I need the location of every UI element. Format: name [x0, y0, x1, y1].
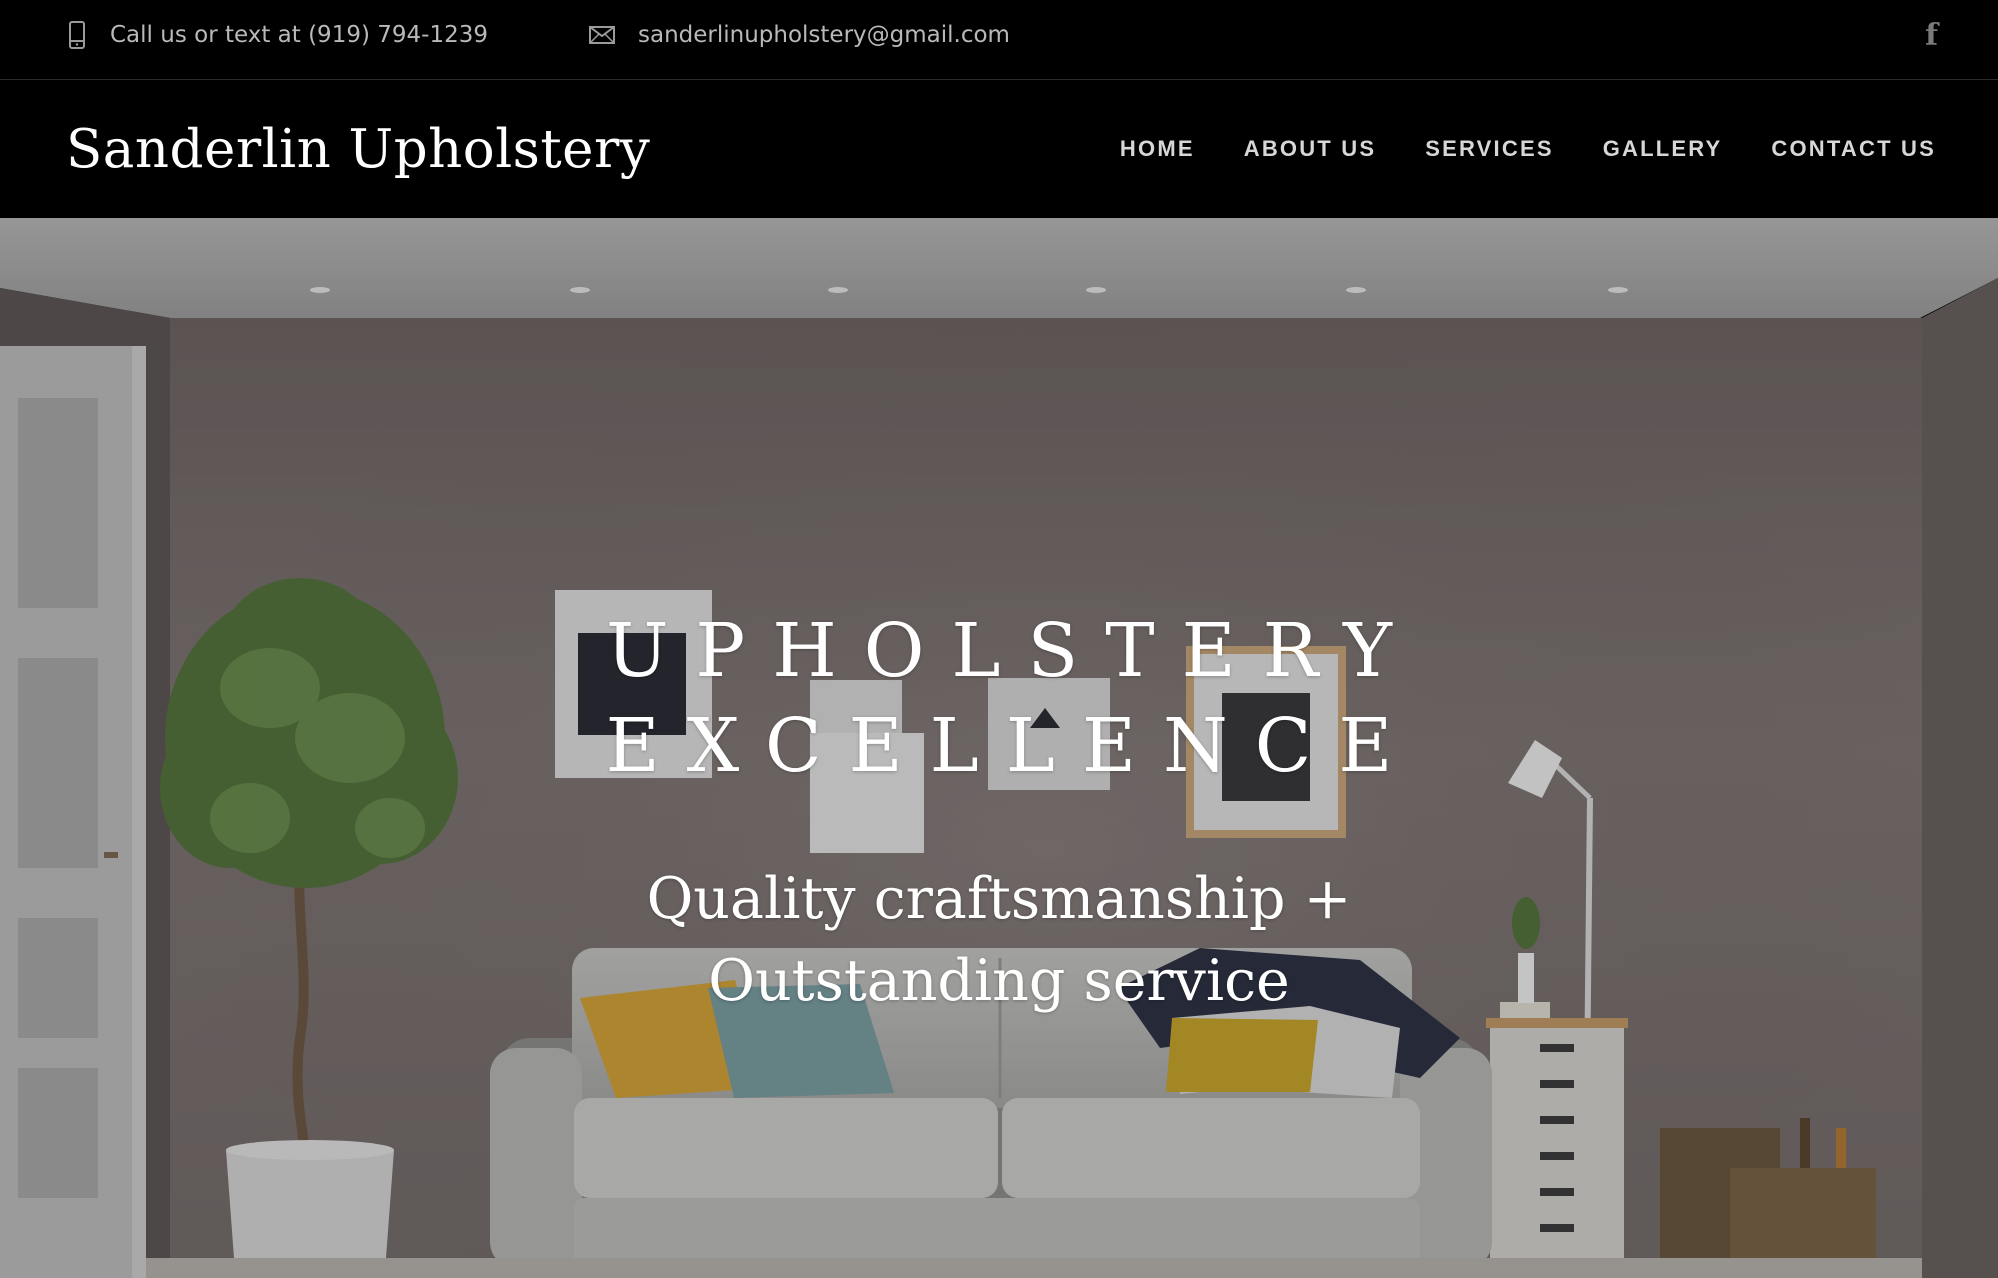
email-contact[interactable]: sanderlinupholstery@gmail.com — [588, 0, 1010, 70]
facebook-link[interactable]: f — [1925, 0, 1938, 70]
hero-headline-line1: UPHOLSTERY — [606, 608, 1419, 694]
nav-about-us[interactable]: ABOUT US — [1244, 136, 1377, 162]
facebook-icon: f — [1925, 17, 1938, 53]
site-header: Sanderlin Upholstery HOME ABOUT US SERVI… — [0, 80, 1998, 218]
nav-services[interactable]: SERVICES — [1425, 136, 1553, 162]
site-logo[interactable]: Sanderlin Upholstery — [66, 80, 650, 218]
hero-content: UPHOLSTERY EXCELLENCE Quality craftsmans… — [0, 218, 1998, 1278]
page: Call us or text at (919) 794-1239 sander… — [0, 0, 1998, 1278]
hero-headline-line2: EXCELLENCE — [605, 703, 1420, 789]
main-nav: HOME ABOUT US SERVICES GALLERY CONTACT U… — [1071, 80, 1936, 218]
contact-bar: Call us or text at (919) 794-1239 sander… — [0, 0, 1998, 80]
nav-gallery[interactable]: GALLERY — [1603, 136, 1723, 162]
nav-home[interactable]: HOME — [1120, 136, 1195, 162]
hero-subheadline: Quality craftsmanship + Outstanding serv… — [646, 866, 1352, 1014]
envelope-icon — [589, 26, 615, 44]
nav-contact-us[interactable]: CONTACT US — [1771, 136, 1936, 162]
email-text: sanderlinupholstery@gmail.com — [638, 22, 1010, 48]
phone-contact[interactable]: Call us or text at (919) 794-1239 — [66, 0, 488, 70]
phone-text: Call us or text at (919) 794-1239 — [110, 22, 488, 48]
hero-section: UPHOLSTERY EXCELLENCE Quality craftsmans… — [0, 218, 1998, 1278]
mobile-phone-icon — [69, 21, 85, 49]
